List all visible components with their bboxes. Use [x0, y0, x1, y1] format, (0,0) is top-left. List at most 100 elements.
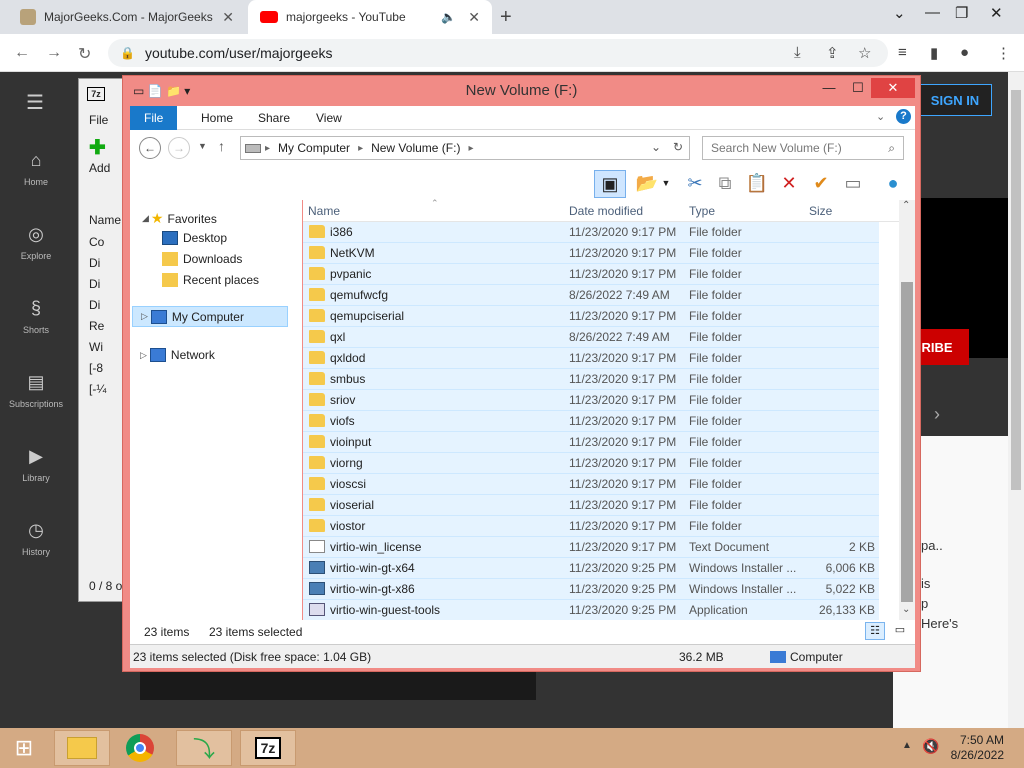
tab-majorgeeks[interactable]: MajorGeeks.Com - MajorGeeks ✕: [8, 0, 246, 34]
tab-view[interactable]: View: [302, 106, 356, 130]
table-row[interactable]: smbus 11/23/2020 9:17 PM File folder: [303, 369, 879, 390]
forward-arrow-icon[interactable]: →: [46, 44, 62, 62]
search-input[interactable]: Search New Volume (F:) ⌕: [702, 136, 904, 160]
address-bar[interactable]: 🔒 youtube.com/user/majorgeeks: [108, 39, 888, 67]
list-item[interactable]: [-¼: [89, 382, 106, 396]
help-icon[interactable]: ?: [896, 109, 911, 124]
table-row[interactable]: vioserial 11/23/2020 9:17 PM File folder: [303, 495, 879, 516]
table-row[interactable]: virtio-win-gt-x86 11/23/2020 9:25 PM Windo…: [303, 579, 879, 600]
file-list-scrollbar[interactable]: ⌃ ⌄: [899, 200, 915, 620]
window-close-icon[interactable]: ✕: [990, 4, 1003, 22]
folder-properties-icon[interactable]: 📂: [634, 170, 660, 196]
table-row[interactable]: viorng 11/23/2020 9:17 PM File folder: [303, 453, 879, 474]
side-panel-icon[interactable]: ▮: [930, 44, 938, 62]
profile-avatar-icon[interactable]: ●: [960, 44, 969, 61]
minimize-icon[interactable]: —: [815, 78, 843, 98]
refresh-icon[interactable]: ↻: [673, 140, 683, 154]
chevron-down-icon[interactable]: ⌄: [893, 4, 906, 22]
sign-in-button[interactable]: SIGN IN: [918, 84, 992, 116]
tab-home[interactable]: Home: [187, 106, 247, 130]
expand-arrow-icon[interactable]: ◢: [142, 213, 149, 224]
menu-kebab-icon[interactable]: ⋮: [996, 44, 1011, 62]
scroll-down-icon[interactable]: ⌄: [902, 604, 910, 615]
7zip-col-name[interactable]: Name: [89, 213, 121, 227]
speaker-icon[interactable]: 🔈: [441, 10, 456, 24]
details-view-icon[interactable]: ☷: [865, 622, 885, 640]
taskbar-chrome[interactable]: [112, 730, 168, 766]
close-icon[interactable]: ✕: [222, 9, 234, 26]
paste-icon[interactable]: 📋: [744, 170, 770, 196]
table-row[interactable]: qxldod 11/23/2020 9:17 PM File folder: [303, 348, 879, 369]
video-thumbnail[interactable]: [140, 672, 536, 700]
scroll-up-icon[interactable]: ⌃: [902, 200, 910, 211]
ribbon-expand-chevron-icon[interactable]: ⌄: [876, 110, 885, 123]
breadcrumb-new-volume[interactable]: New Volume (F:): [371, 141, 460, 155]
yt-nav-history[interactable]: ◷ History: [0, 520, 72, 557]
list-item[interactable]: Co: [89, 235, 104, 249]
table-row[interactable]: qxl 8/26/2022 7:49 AM File folder: [303, 327, 879, 348]
checkmark-icon[interactable]: ✔: [808, 170, 834, 196]
start-button[interactable]: ⊞: [0, 730, 48, 766]
nav-desktop[interactable]: Desktop: [162, 231, 227, 245]
breadcrumb[interactable]: ▸ My Computer ▸ New Volume (F:) ▸ ⌄ ↻: [240, 136, 690, 160]
taskbar-file-explorer[interactable]: [54, 730, 110, 766]
list-item[interactable]: Re: [89, 319, 104, 333]
minimize-icon[interactable]: —: [925, 4, 940, 21]
list-item[interactable]: Di: [89, 277, 100, 291]
scrollbar-thumb[interactable]: [1011, 90, 1021, 490]
nav-network[interactable]: ▷ Network: [140, 348, 215, 362]
taskbar-7zip[interactable]: 7z: [240, 730, 296, 766]
col-type[interactable]: Type: [689, 204, 715, 218]
chevron-right-icon[interactable]: ▸: [358, 143, 363, 154]
explorer-window[interactable]: ▭ 📄 📁 ▾ New Volume (F:) — ☐ ✕ File Home …: [122, 75, 921, 672]
table-row[interactable]: virtio-win-gt-x64 11/23/2020 9:25 PM Windo…: [303, 558, 879, 579]
expand-arrow-icon[interactable]: ▷: [141, 311, 148, 322]
table-row[interactable]: virtio-win_license 11/23/2020 9:17 PM Text…: [303, 537, 879, 558]
hamburger-menu-icon[interactable]: ☰: [26, 90, 44, 115]
table-row[interactable]: sriov 11/23/2020 9:17 PM File folder: [303, 390, 879, 411]
yt-nav-home[interactable]: ⌂ Home: [0, 150, 72, 187]
yt-nav-subscriptions[interactable]: ▤ Subscriptions: [0, 372, 72, 409]
list-item[interactable]: Di: [89, 256, 100, 270]
share-icon[interactable]: ⇪: [826, 44, 839, 62]
maximize-icon[interactable]: ☐: [845, 78, 871, 98]
up-arrow-icon[interactable]: ↑: [218, 138, 225, 154]
explorer-titlebar[interactable]: ▭ 📄 📁 ▾ New Volume (F:) — ☐ ✕: [123, 76, 920, 106]
table-row[interactable]: i386 11/23/2020 9:17 PM File folder: [303, 222, 879, 243]
reload-icon[interactable]: ↻: [78, 44, 91, 64]
yt-nav-library[interactable]: ▶ Library: [0, 446, 72, 483]
list-item[interactable]: Wi: [89, 340, 103, 354]
tab-youtube[interactable]: majorgeeks - YouTube 🔈 ✕: [248, 0, 492, 34]
speaker-muted-icon[interactable]: 🔇: [922, 738, 939, 755]
taskbar-installer[interactable]: ⤵: [176, 730, 232, 766]
copy-icon[interactable]: ⧉: [712, 170, 738, 196]
table-row[interactable]: virtio-win-guest-tools 11/23/2020 9:25 PM…: [303, 600, 879, 621]
breadcrumb-my-computer[interactable]: My Computer: [278, 141, 350, 155]
col-date-modified[interactable]: Date modified: [569, 204, 643, 218]
table-row[interactable]: viofs 11/23/2020 9:17 PM File folder: [303, 411, 879, 432]
dropdown-chevron-icon[interactable]: ⌄: [651, 140, 661, 154]
window-close-icon[interactable]: ✕: [871, 78, 915, 98]
col-name[interactable]: Name: [308, 204, 340, 218]
rename-icon[interactable]: ▭: [840, 170, 866, 196]
nav-my-computer[interactable]: ▷ My Computer: [132, 306, 288, 327]
globe-icon[interactable]: ●: [880, 170, 906, 196]
page-scrollbar[interactable]: [1008, 72, 1024, 728]
clock[interactable]: 7:50 AM 8/26/2022: [951, 733, 1004, 763]
7zip-menu-file[interactable]: File: [89, 113, 108, 127]
preview-pane-icon[interactable]: ▣: [594, 170, 626, 198]
chevron-right-icon[interactable]: ▸: [468, 143, 473, 154]
forward-arrow-icon[interactable]: →: [168, 137, 190, 159]
table-row[interactable]: qemupciserial 11/23/2020 9:17 PM File fold…: [303, 306, 879, 327]
media-control-icon[interactable]: ≡: [898, 44, 907, 61]
list-item[interactable]: [-8: [89, 361, 103, 375]
install-icon[interactable]: ⤓: [794, 44, 801, 61]
table-row[interactable]: qemufwcfg 8/26/2022 7:49 AM File folder: [303, 285, 879, 306]
table-row[interactable]: NetKVM 11/23/2020 9:17 PM File folder: [303, 243, 879, 264]
nav-recent-places[interactable]: Recent places: [162, 273, 259, 287]
new-tab-plus-icon[interactable]: +: [500, 6, 512, 29]
expand-arrow-icon[interactable]: ▷: [140, 350, 147, 361]
scrollbar-thumb[interactable]: [901, 282, 913, 602]
col-size[interactable]: Size: [809, 204, 832, 218]
large-icons-view-icon[interactable]: ▭: [890, 622, 910, 640]
